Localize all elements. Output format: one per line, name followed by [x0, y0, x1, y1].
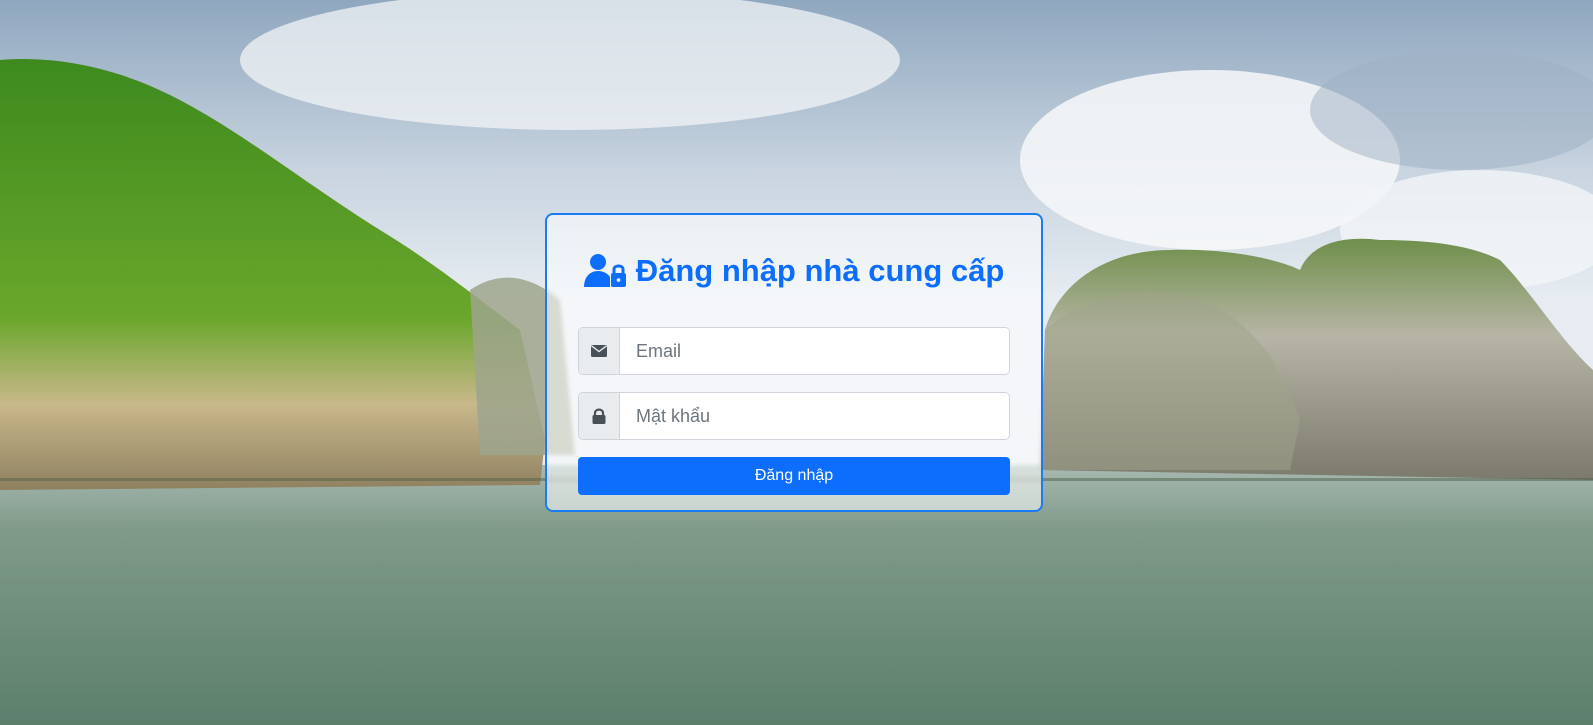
- login-title-text: Đăng nhập nhà cung cấp: [635, 253, 1005, 288]
- login-card: Đăng nhập nhà cung cấp Đăng nhập: [545, 213, 1043, 512]
- login-page: Đăng nhập nhà cung cấp Đăng nhập: [0, 0, 1593, 725]
- password-input-group: [578, 392, 1010, 440]
- email-field[interactable]: [620, 328, 1009, 374]
- password-field[interactable]: [620, 393, 1009, 439]
- lock-icon: [579, 393, 620, 439]
- user-lock-icon: [583, 253, 628, 289]
- email-input-group: [578, 327, 1010, 375]
- login-button[interactable]: Đăng nhập: [578, 457, 1010, 495]
- login-title: Đăng nhập nhà cung cấp: [578, 215, 1010, 293]
- envelope-icon: [579, 328, 620, 374]
